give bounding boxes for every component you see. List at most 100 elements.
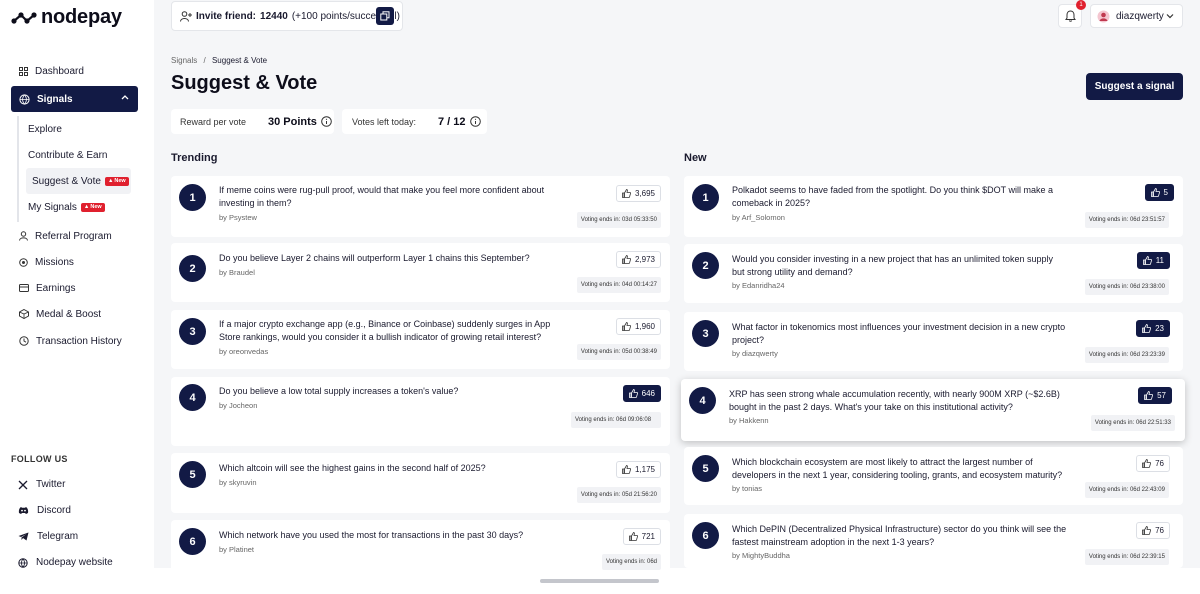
trending-card[interactable]: 1 If meme coins were rug-pull proof, woul… [171, 176, 670, 237]
question-text: If meme coins were rug-pull proof, would… [219, 185, 545, 208]
social-label: Discord [37, 505, 71, 516]
thumbs-up-icon [1150, 188, 1160, 197]
badge-text: New [114, 177, 126, 184]
sidebar-item-label: Signals [37, 93, 73, 105]
thumbs-up-icon [628, 532, 638, 541]
voting-ends: Voting ends in: 05d 00:38:49 [576, 344, 661, 360]
rank-badge: 2 [179, 255, 206, 282]
sidebar-subitem-explore[interactable]: Explore [22, 116, 131, 142]
sidebar-item-label: Earnings [36, 282, 76, 294]
upvote-button[interactable]: 3,695 [615, 185, 661, 202]
sidebar-item-referral[interactable]: Referral Program [11, 223, 138, 249]
horizontal-scrollbar[interactable] [540, 579, 659, 583]
sidebar-item-signals[interactable]: Signals [11, 86, 138, 112]
sidebar-subitem-suggest-vote[interactable]: Suggest & Vote ▲ New [26, 168, 131, 194]
thumbs-up-icon [622, 189, 631, 198]
rank-badge: 5 [692, 455, 719, 482]
new-card[interactable]: 3 What factor in tokenomics most influenc… [684, 312, 1183, 371]
vote-count: 23 [1155, 324, 1164, 333]
upvote-button[interactable]: 23 [1136, 320, 1170, 337]
new-card[interactable]: 6 Which DePIN (Decentralized Physical Inf… [684, 514, 1183, 568]
sidebar: nodepay Dashboard Signals Explore Contri… [0, 0, 154, 568]
votes-value-wrap: 7 / 12 [438, 116, 481, 128]
vote-count: 2,973 [634, 255, 655, 264]
author: by Arf_Solomon [732, 213, 785, 222]
sidebar-item-missions[interactable]: Missions [11, 249, 138, 275]
upvote-button[interactable]: 5 [1144, 184, 1174, 201]
sidebar-item-transaction-history[interactable]: Transaction History [11, 328, 138, 354]
new-card[interactable]: 2 Would you consider investing in a new p… [684, 244, 1183, 303]
social-discord[interactable]: Discord [18, 505, 71, 516]
voting-ends: Voting ends in: 06d 22:43:09 [1084, 482, 1169, 498]
trending-card[interactable]: 5 Which altcoin will see the highest gain… [171, 453, 670, 513]
sidebar-item-medal[interactable]: Medal & Boost [11, 301, 138, 327]
vote-count: 3,695 [634, 189, 655, 198]
sidebar-item-earnings[interactable]: Earnings [11, 275, 138, 301]
upvote-button[interactable]: 1,960 [615, 318, 661, 335]
subitem-label: My Signals [28, 201, 77, 213]
earnings-icon [19, 284, 29, 292]
trending-card[interactable]: 2 Do you believe Layer 2 chains will outp… [171, 243, 670, 302]
fire-icon: ▲ [83, 203, 90, 210]
social-telegram[interactable]: Telegram [18, 531, 78, 542]
upvote-button[interactable]: 646 [622, 385, 661, 402]
bell-icon [1064, 10, 1076, 22]
author: by MightyBuddha [732, 551, 790, 560]
trending-card[interactable]: 6 Which network have you used the most fo… [171, 520, 670, 572]
upvote-button[interactable]: 721 [622, 528, 661, 545]
voting-ends: Voting ends in: 06d [601, 554, 661, 570]
question-text: Polkadot seems to have faded from the sp… [732, 185, 1053, 208]
upvote-button[interactable]: 1,175 [615, 461, 661, 478]
telegram-icon [18, 532, 29, 541]
author: by skyruvin [219, 478, 257, 487]
trending-card[interactable]: 3 If a major crypto exchange app (e.g., B… [171, 310, 670, 369]
breadcrumb-current: Suggest & Vote [211, 56, 268, 65]
upvote-button[interactable]: 76 [1136, 455, 1170, 472]
question-text: Would you consider investing in a new pr… [732, 254, 1054, 277]
author: by Edanridha24 [732, 281, 785, 290]
sidebar-subitem-contribute[interactable]: Contribute & Earn [22, 142, 131, 168]
logo[interactable]: nodepay [11, 6, 122, 29]
follow-us-heading: FOLLOW US [11, 454, 68, 464]
logo-text: nodepay [41, 6, 122, 28]
upvote-button[interactable]: 57 [1138, 387, 1172, 404]
sidebar-item-dashboard[interactable]: Dashboard [11, 58, 138, 84]
reward-per-vote-box: Reward per vote 30 Points [171, 109, 334, 134]
thumbs-up-icon [622, 322, 631, 331]
author: by Psystew [219, 213, 257, 222]
thumbs-up-icon [1142, 526, 1152, 535]
copy-invite-button[interactable] [376, 7, 394, 25]
rank-badge: 3 [179, 318, 206, 345]
upvote-button[interactable]: 11 [1136, 252, 1170, 269]
voting-ends: Voting ends in: 06d 23:23:39 [1084, 347, 1169, 363]
breadcrumb-signals[interactable]: Signals [171, 56, 197, 65]
missions-icon [19, 257, 28, 267]
social-label: Twitter [36, 479, 66, 490]
signals-icon [19, 93, 30, 105]
question-text: Which DePIN (Decentralized Physical Infr… [732, 524, 1067, 547]
medal-icon [19, 309, 29, 319]
question-text: What factor in tokenomics most influence… [732, 322, 1066, 345]
new-card[interactable]: 1 Polkadot seems to have faded from the s… [684, 176, 1183, 237]
author: by oreonvedas [219, 347, 269, 356]
question-text: If a major crypto exchange app (e.g., Bi… [219, 319, 551, 342]
author: by diazqwerty [732, 349, 778, 358]
trending-card[interactable]: 4 Do you believe a low total supply incre… [171, 377, 670, 446]
user-menu[interactable]: diazqwerty [1090, 4, 1183, 28]
new-badge: ▲ New [104, 176, 129, 186]
social-website[interactable]: Nodepay website [18, 557, 113, 568]
upvote-button[interactable]: 76 [1136, 522, 1170, 539]
sidebar-subitem-my-signals[interactable]: My Signals ▲ New [22, 194, 131, 220]
author: by tonias [732, 484, 763, 493]
new-card[interactable]: 5 Which blockchain ecosystem are most lik… [684, 447, 1183, 505]
social-twitter[interactable]: Twitter [18, 479, 65, 490]
upvote-button[interactable]: 2,973 [615, 251, 661, 268]
breadcrumb-separator: / [203, 56, 206, 65]
vote-count: 1,960 [634, 322, 655, 331]
info-icon[interactable] [469, 116, 481, 127]
suggest-signal-button[interactable]: Suggest a signal [1086, 73, 1183, 100]
new-card[interactable]: 4 XRP has seen strong whale accumulation … [681, 379, 1185, 441]
sidebar-item-label: Referral Program [35, 230, 112, 242]
referral-icon [19, 231, 28, 241]
info-icon[interactable] [321, 116, 332, 127]
